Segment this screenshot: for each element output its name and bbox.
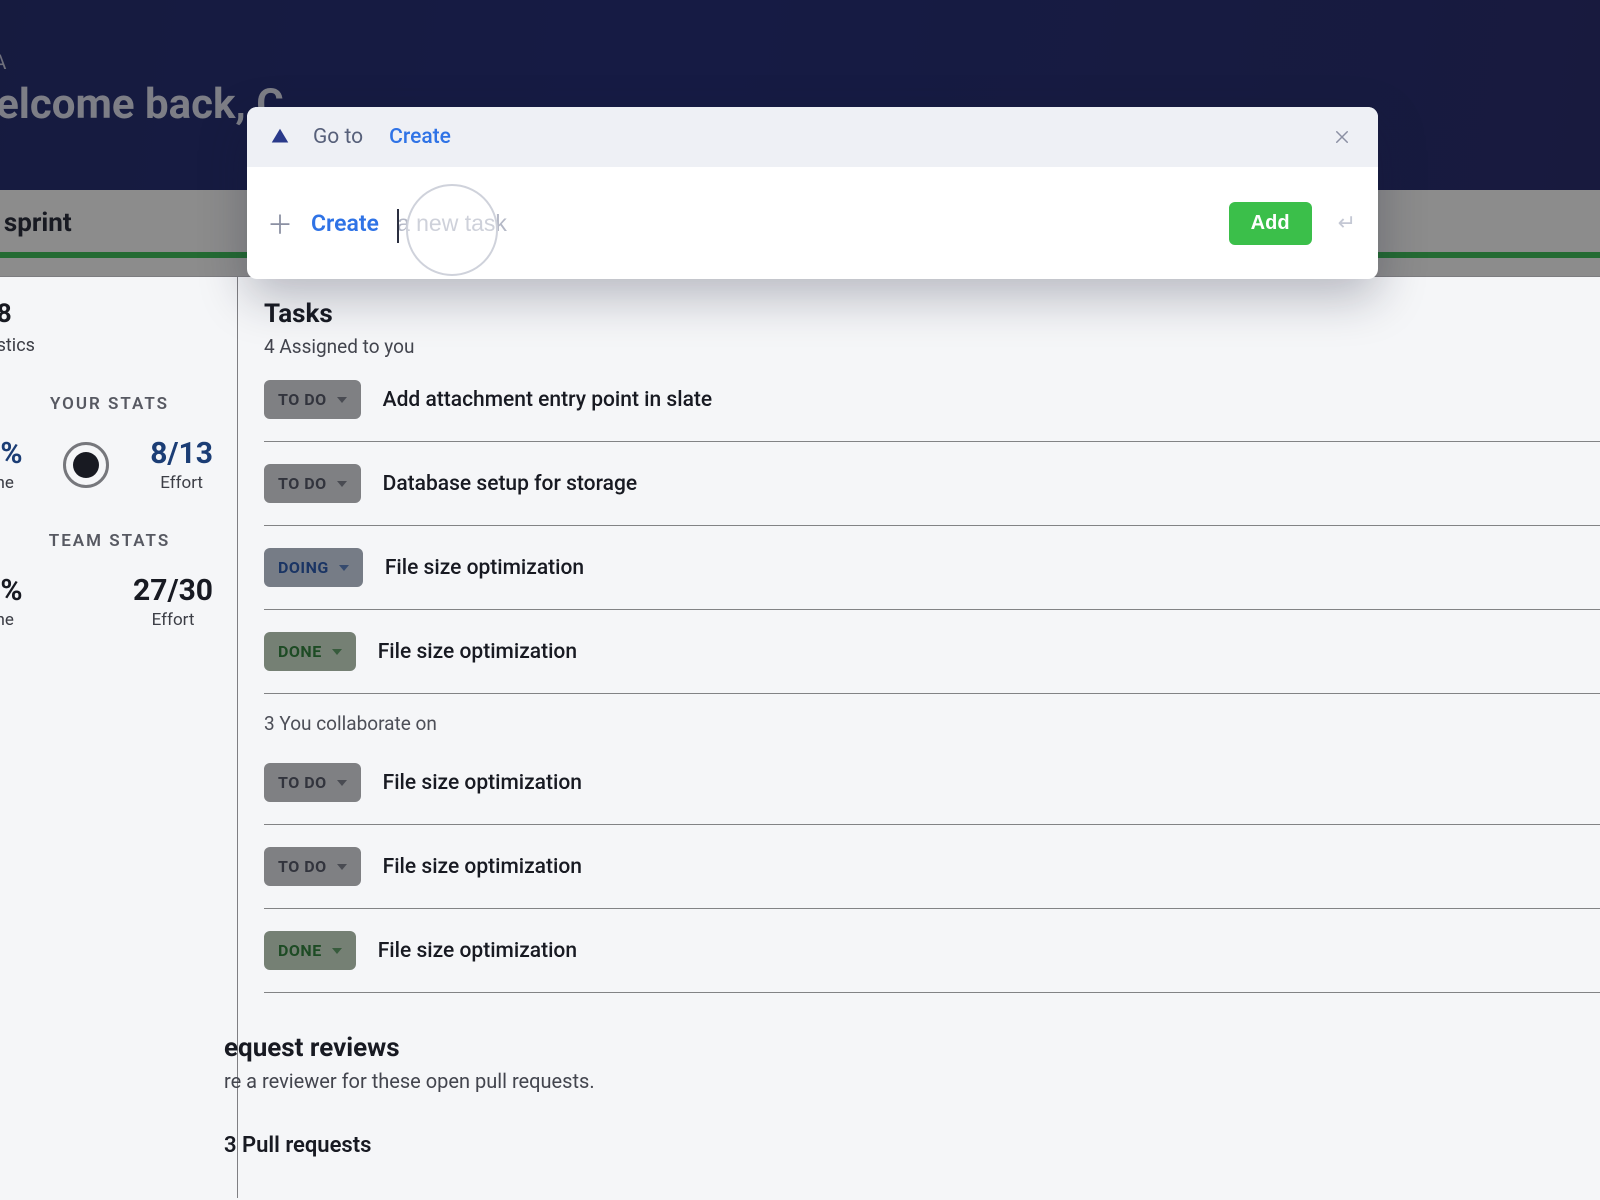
create-task-input[interactable] — [395, 204, 1213, 243]
modal-header: Go to Create — [247, 107, 1378, 167]
text-caret — [397, 209, 399, 243]
tab-create[interactable]: Create — [389, 125, 451, 149]
command-palette-modal: Go to Create ＋ Create Add ↵ — [247, 107, 1378, 279]
close-icon[interactable] — [1328, 123, 1356, 151]
enter-key-icon: ↵ — [1338, 211, 1356, 236]
plus-icon: ＋ — [269, 212, 291, 234]
modal-body: ＋ Create Add ↵ — [247, 167, 1378, 279]
app-logo-icon — [269, 126, 291, 148]
tab-goto[interactable]: Go to — [313, 125, 363, 149]
add-button[interactable]: Add — [1229, 202, 1312, 245]
create-prefix: Create — [311, 210, 379, 237]
